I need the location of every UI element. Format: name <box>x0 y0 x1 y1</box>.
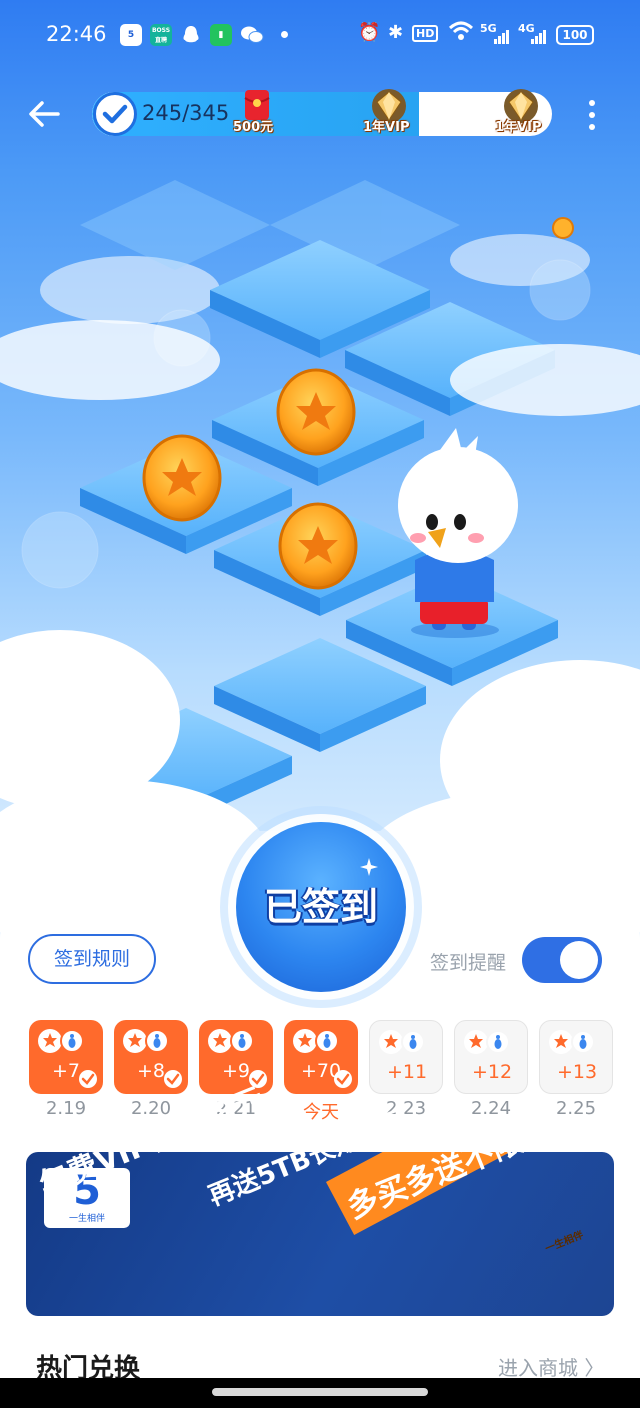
day-date: 2.19 <box>45 1098 87 1119</box>
back-button[interactable] <box>24 94 68 134</box>
footprint-icon <box>571 1030 595 1054</box>
day-card: +11 <box>369 1020 443 1094</box>
maple-leaf-icon <box>379 1030 403 1054</box>
reward-label-vip-1: 1年VIP <box>363 120 410 135</box>
footprint-icon <box>315 1029 339 1053</box>
coin-icon <box>276 368 356 456</box>
status-time: 22:46 <box>46 22 107 46</box>
alarm-icon: ⏰ <box>358 22 381 43</box>
game-board <box>0 180 640 960</box>
more-menu-button[interactable] <box>580 96 604 134</box>
reward-label-500: 500元 <box>233 120 274 135</box>
qq-icon <box>180 24 202 46</box>
sign-in-game-scene <box>0 0 640 960</box>
day-points: +13 <box>556 1061 598 1083</box>
day-reward-icons <box>464 1030 520 1054</box>
toggle-knob <box>560 941 598 979</box>
bluetooth-icon: ✱ <box>388 22 404 43</box>
maple-leaf-icon <box>549 1030 573 1054</box>
status-bar: 22:46 5 BOSS直聘 ▮ ⏰ ✱ HD 5G 4G 100 <box>0 0 640 70</box>
day-card: +7 <box>29 1020 103 1094</box>
arrow-left-icon <box>29 101 60 127</box>
boss-app-icon: BOSS直聘 <box>150 24 172 46</box>
coin-icon <box>278 502 358 590</box>
check-icon <box>93 92 137 136</box>
sign-reminder-toggle[interactable] <box>522 937 602 983</box>
battery-manager-icon: ▮ <box>210 24 232 46</box>
checkmark-icon <box>164 1070 182 1088</box>
enter-mall-link[interactable]: 进入商城 〉 <box>498 1352 604 1381</box>
more-dot <box>589 112 595 118</box>
day-card: +70 <box>284 1020 358 1094</box>
checkmark-icon <box>334 1070 352 1088</box>
footprint-icon <box>60 1029 84 1053</box>
day-card: +12 <box>454 1020 528 1094</box>
coin-icon <box>142 434 222 522</box>
footprint-icon <box>486 1030 510 1054</box>
signal-5g-icon <box>494 30 510 48</box>
app-5-icon: 5 <box>120 24 142 46</box>
sign-in-button-label: 已签到 <box>263 885 378 929</box>
sign-progress-text: 245/345 <box>142 101 230 125</box>
day-points: +12 <box>471 1061 513 1083</box>
home-gesture-bar[interactable] <box>212 1388 428 1396</box>
day-card: +8 <box>114 1020 188 1094</box>
sign-rules-button[interactable]: 签到规则 <box>28 934 156 984</box>
wechat-icon <box>240 24 264 46</box>
footprint-icon <box>145 1029 169 1053</box>
maple-leaf-icon <box>464 1030 488 1054</box>
day-reward-icons <box>293 1029 349 1053</box>
day-reward-icons <box>123 1029 179 1053</box>
wifi-icon <box>448 20 474 46</box>
reward-label-vip-2: 1年VIP <box>495 120 542 135</box>
day-date: 2.25 <box>555 1098 597 1119</box>
more-dot <box>589 124 595 130</box>
more-dot <box>589 100 595 106</box>
sparkle-icon <box>360 858 378 876</box>
footprint-icon <box>230 1029 254 1053</box>
notification-dot <box>281 31 288 38</box>
hd-icon: HD <box>412 25 439 42</box>
system-nav-bar <box>0 1378 640 1408</box>
maple-leaf-icon <box>38 1029 62 1053</box>
day-reward-icons <box>38 1029 94 1053</box>
footprint-icon <box>401 1030 425 1054</box>
sign-in-button[interactable]: 已签到 <box>236 822 406 992</box>
checkmark-icon <box>79 1070 97 1088</box>
battery-indicator: 100 <box>556 25 594 45</box>
day-reward-icons <box>208 1029 264 1053</box>
day-points: +11 <box>386 1061 428 1083</box>
sign-reminder-label: 签到提醒 <box>430 952 507 974</box>
day-reward-icons <box>549 1030 605 1054</box>
maple-leaf-icon <box>208 1029 232 1053</box>
brand-logo-subtitle: 一生相伴 <box>68 1214 105 1224</box>
day-card: +13 <box>539 1020 613 1094</box>
day-reward-icons <box>379 1030 435 1054</box>
maple-leaf-icon <box>293 1029 317 1053</box>
maple-leaf-icon <box>123 1029 147 1053</box>
signal-4g-icon <box>531 30 547 48</box>
